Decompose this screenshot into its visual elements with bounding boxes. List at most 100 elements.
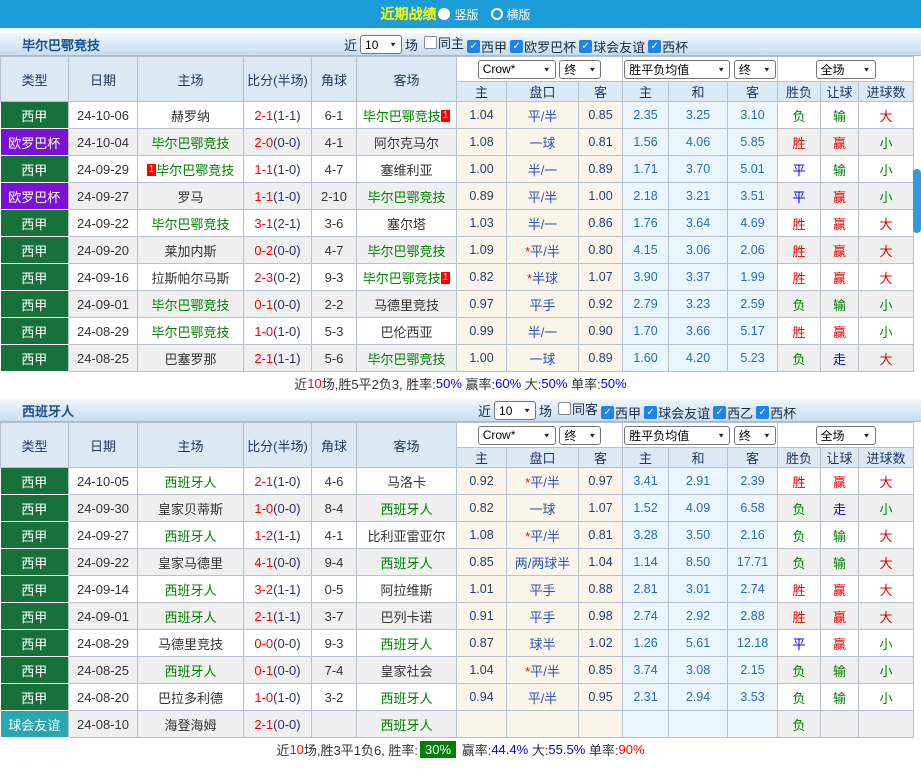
mean-away-cell: 2.39 [727, 467, 779, 495]
games-count-select[interactable]: 10 ▼ [360, 35, 403, 54]
handicap-cell: *平/半 [506, 521, 579, 549]
mean-state-select[interactable]: 终 ▼ [733, 425, 776, 445]
home-team-cell: 西班牙人 [137, 575, 244, 603]
team-name-text: 巴塞罗那 [164, 351, 217, 367]
handicap-cell: 平/半 [506, 683, 579, 711]
away-team-cell: 巴伦西亚 [356, 317, 457, 345]
filter-checkbox-item[interactable]: ✓ 西杯 [648, 37, 688, 56]
odds-home-cell [456, 710, 507, 738]
bookmaker-select[interactable]: Crow* ▼ [477, 425, 556, 445]
handicap-text: 平/半 [527, 108, 558, 124]
layout-radio-vertical-label[interactable]: 竖版 [454, 6, 478, 23]
odds-state-select[interactable]: 终 ▼ [559, 425, 602, 445]
mean-home-cell: 1.14 [622, 548, 670, 576]
mean-draw-cell: 2.94 [668, 683, 729, 711]
score-cell: 2-1(1-1) [243, 344, 312, 372]
match-row: 西甲 24-08-25 西班牙人 0-1(0-0) 7-4 皇家社会 1.04 *平/半 0.8… [0, 656, 915, 684]
away-team-cell: 马洛卡 [356, 467, 457, 495]
odds-away-cell: 1.07 [577, 494, 624, 522]
scope-select[interactable]: 全场 ▼ [815, 59, 876, 79]
bookmaker-select-value: Crow* [482, 62, 516, 76]
red-card-badge: 1 [440, 271, 451, 284]
odds-home-cell: 1.08 [456, 521, 507, 549]
home-team-cell: 巴塞罗那 [137, 344, 244, 372]
filter-checkbox-item[interactable]: ✓ 欧罗巴杯 [510, 37, 576, 56]
handicap-text: 平手 [529, 582, 556, 598]
summary-segment: 场,胜3平1负6, 胜率: [303, 743, 419, 758]
mean-draw-cell [668, 710, 729, 738]
checkbox-unchecked[interactable] [424, 36, 438, 49]
mean-state-select[interactable]: 终 ▼ [733, 59, 776, 79]
col-score: 比分(半场) [243, 56, 312, 102]
filter-checkbox-item[interactable]: ✓ 西甲 [467, 37, 507, 56]
corner-cell: 0-5 [311, 575, 357, 603]
filter-checkbox-item[interactable]: ✓ 西杯 [756, 403, 796, 422]
checkbox-checked[interactable]: ✓ [510, 40, 524, 53]
layout-radio-vertical[interactable] [438, 8, 451, 20]
mean-state-value: 终 [738, 62, 751, 77]
checkbox-checked[interactable]: ✓ [644, 406, 658, 419]
checkbox-checked[interactable]: ✓ [467, 40, 481, 53]
team-name-text: 毕尔巴鄂竞技 [151, 297, 230, 313]
away-team-cell: 皇家社会 [356, 656, 457, 684]
away-team-cell: 阿拉维斯 [356, 575, 457, 603]
score-cell: 0-1(0-0) [243, 656, 312, 684]
mean-select[interactable]: 胜平负均值 ▼ [624, 425, 731, 445]
handicap-text: 平/半 [530, 528, 560, 544]
corner-cell: 5-6 [311, 344, 357, 372]
fulltime-score: 3-1 [254, 215, 274, 231]
halftime-score: (0-0) [273, 296, 301, 312]
team-name-text: 马洛卡 [386, 474, 426, 490]
score-cell: 1-2(1-1) [243, 521, 312, 549]
mean-draw-cell: 4.09 [668, 494, 729, 522]
match-row: 球会友谊 24-08-10 海登海姆 2-1(0-0) 西班牙人 负 [0, 710, 915, 738]
home-team-cell: 马德里竞技 [137, 629, 244, 657]
checkbox-checked[interactable]: ✓ [601, 406, 615, 419]
handicap-cell: 一球 [506, 494, 579, 522]
handicap-text: 平手 [529, 609, 556, 625]
section-header: 西班牙人 近 10 ▼ 场 同客 ✓ 西甲 ✓ 球会友谊 ✓ 西乙 ✓ 西杯 [0, 399, 921, 422]
filter-checkbox-item[interactable]: ✓ 球会友谊 [644, 403, 710, 422]
page-title: 近期战绩 [380, 6, 437, 22]
mean-away-cell: 5.23 [727, 344, 779, 372]
away-team-cell: 毕尔巴鄂竞技 [356, 344, 457, 372]
match-date-cell: 24-08-20 [68, 683, 138, 711]
chevron-down-icon: ▼ [717, 65, 726, 73]
layout-radio-horizontal-label[interactable]: 横版 [507, 6, 531, 23]
filter-checkbox-item[interactable]: 同客 [558, 399, 598, 418]
result-cell: 胜 [777, 236, 822, 264]
team-name-text: 西班牙人 [380, 555, 433, 571]
layout-radio-horizontal[interactable] [490, 8, 503, 20]
mean-state-value: 终 [738, 428, 751, 443]
scrollbar-thumb[interactable] [913, 169, 921, 233]
filter-checkbox-item[interactable]: 同主 [424, 33, 464, 52]
col-handicap: 盘口 [506, 447, 579, 468]
goals-result-cell: 小 [858, 683, 915, 711]
handicap-result-cell: 赢 [820, 317, 860, 345]
bookmaker-select[interactable]: Crow* ▼ [477, 59, 556, 79]
home-team-cell: 西班牙人 [137, 467, 244, 495]
mean-draw-cell: 3.01 [668, 575, 729, 603]
checkbox-checked[interactable]: ✓ [713, 406, 727, 419]
corner-cell: 4-7 [311, 236, 357, 264]
mean-select[interactable]: 胜平负均值 ▼ [624, 59, 731, 79]
checkbox-checked[interactable]: ✓ [756, 406, 770, 419]
scope-select[interactable]: 全场 ▼ [815, 425, 876, 445]
corner-cell: 3-2 [311, 683, 357, 711]
checkbox-checked[interactable]: ✓ [579, 40, 593, 53]
halftime-score: (1-0) [273, 188, 301, 204]
odds-state-select[interactable]: 终 ▼ [559, 59, 602, 79]
filter-checkbox-item[interactable]: ✓ 西甲 [601, 403, 641, 422]
summary-segment: 50% [600, 376, 627, 391]
checkbox-unchecked[interactable] [558, 402, 572, 415]
handicap-cell: 平手 [506, 575, 579, 603]
team-name-text: 毕尔巴鄂竞技 [362, 270, 441, 286]
filter-checkbox-item[interactable]: ✓ 西乙 [713, 403, 753, 422]
match-row: 西甲 24-09-14 西班牙人 3-2(1-1) 0-5 阿拉维斯 1.01 平手 0.88 2… [0, 575, 915, 603]
checkbox-checked[interactable]: ✓ [648, 40, 662, 53]
match-date-cell: 24-08-25 [68, 656, 138, 684]
games-count-select[interactable]: 10 ▼ [494, 401, 537, 420]
handicap-text: 一球 [529, 351, 556, 367]
team-name-text: 马德里竞技 [157, 636, 223, 652]
filter-checkbox-item[interactable]: ✓ 球会友谊 [579, 37, 645, 56]
